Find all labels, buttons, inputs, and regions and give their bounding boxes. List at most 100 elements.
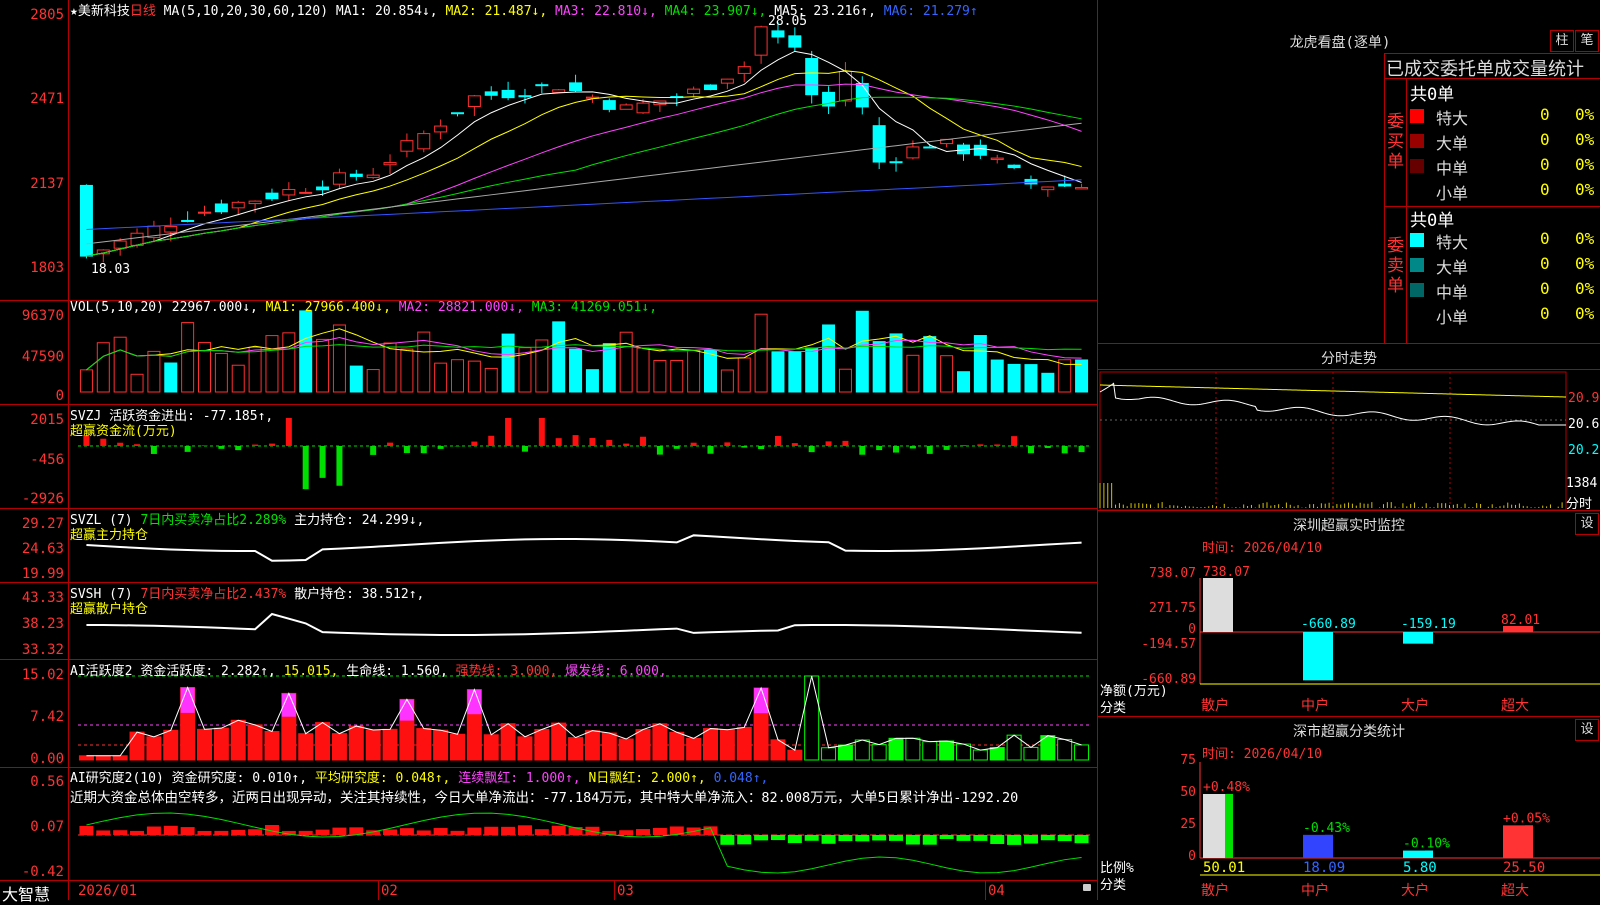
volume-bar (333, 325, 345, 392)
fund-flow-bar (876, 446, 882, 450)
activity-bar (619, 739, 633, 760)
lock-icon[interactable] (1083, 884, 1091, 891)
candle-body (384, 163, 396, 165)
candle-body (418, 134, 430, 149)
activity-bar (501, 724, 515, 760)
research-bar (552, 826, 566, 835)
research-bar (1058, 835, 1072, 841)
research-bar (872, 835, 886, 840)
volume-bar (317, 339, 329, 392)
research-bar (181, 827, 195, 835)
volume-bar (721, 370, 733, 392)
price-tick: 2805 (0, 7, 64, 23)
order-percent: 0% (1575, 304, 1594, 323)
research-bar (535, 829, 549, 835)
order-percent: 0% (1575, 229, 1594, 248)
svzl-tick: 19.99 (0, 566, 64, 582)
research-bar (788, 835, 802, 843)
order-type: 小单 (1436, 304, 1468, 328)
volume-bar (553, 322, 565, 392)
retail-holding-panel (86, 614, 1081, 635)
volume-bar (266, 336, 278, 392)
candle-body (705, 85, 717, 90)
candle-body (333, 173, 345, 184)
svzl-tick: 29.27 (0, 516, 64, 532)
color-swatch (1410, 134, 1424, 148)
ai1-b: 15.015, (284, 664, 339, 679)
volume-bar (1008, 364, 1020, 392)
class-category: 中户 (1301, 882, 1329, 899)
research-bar (316, 830, 330, 835)
candle-body (1042, 187, 1054, 190)
volume-bar (958, 372, 970, 392)
intraday-title: 分时走势 (1098, 348, 1600, 368)
stock-name[interactable]: ★美新科技 (70, 4, 130, 19)
monitor-category: 中户 (1301, 697, 1329, 714)
volume-bar (941, 356, 953, 392)
research-bar (198, 831, 212, 835)
class-bar-edge (1425, 851, 1433, 858)
svzj-tick: 2015 (0, 412, 64, 428)
candle-body (1076, 188, 1088, 189)
svzl-subtitle: 超赢主力持仓 (70, 524, 148, 543)
research-bar (923, 835, 937, 845)
activity-bar (451, 734, 465, 760)
activity-bar (704, 729, 718, 760)
bar-mode-button[interactable]: 柱 (1550, 30, 1574, 52)
order-count: 0 (1540, 130, 1550, 149)
candle-body (283, 189, 295, 194)
activity-bar (653, 724, 667, 760)
activity-panel (78, 676, 1090, 760)
class-settings-button[interactable]: 设 (1575, 719, 1599, 741)
candle-body (452, 113, 464, 114)
candle-body (553, 90, 565, 92)
research-bar (451, 831, 465, 835)
research-panel (78, 813, 1090, 873)
order-row: 大单00% (1410, 130, 1600, 154)
candle-body (468, 96, 480, 107)
fund-flow-bar (421, 446, 427, 453)
fund-flow-bar (134, 444, 140, 446)
fund-flow-bar (741, 446, 747, 448)
activity-bar (231, 720, 245, 760)
volume-bar (924, 337, 936, 392)
order-type: 大单 (1436, 130, 1468, 154)
candle-body (317, 187, 329, 190)
research-bar (1024, 835, 1038, 844)
candle-body (620, 105, 632, 109)
monitor-value: -660.89 (1301, 617, 1356, 632)
intraday-tick: 20.60 (1568, 417, 1600, 432)
volume-bar (907, 355, 919, 392)
order-percent: 0% (1575, 180, 1594, 199)
monitor-settings-button[interactable]: 设 (1575, 513, 1599, 535)
divider (1098, 343, 1600, 344)
activity-bar (113, 756, 127, 760)
volume-bar (114, 337, 126, 392)
period-label[interactable]: 日线 (130, 4, 156, 19)
ai1-tick: 7.42 (0, 709, 64, 725)
candle-body (232, 202, 244, 208)
volume-bar (452, 360, 464, 392)
date-tick: 02 (381, 883, 398, 899)
volume-bar (789, 352, 801, 392)
divider (1406, 78, 1407, 343)
research-bar (231, 830, 245, 835)
fund-flow-bar (522, 446, 528, 452)
fund-flow-bar (488, 436, 494, 446)
candle-body (435, 126, 447, 132)
order-row: 特大00% (1410, 229, 1600, 253)
fund-flow-bar (387, 443, 393, 446)
monitor-time: 时间: 2026/04/10 (1202, 537, 1322, 556)
tick-mode-button[interactable]: 笔 (1575, 30, 1599, 52)
order-type: 大单 (1436, 254, 1468, 278)
fund-flow-bar (303, 446, 309, 489)
research-bar (248, 829, 262, 835)
research-bar (737, 835, 751, 844)
order-row: 小单00% (1410, 180, 1600, 204)
activity-bar (923, 742, 937, 760)
monitor-tick: 0 (1098, 622, 1196, 637)
activity-bar (535, 729, 549, 760)
research-bar (940, 835, 954, 839)
class-tick: 50 (1098, 785, 1196, 800)
order-count: 0 (1540, 304, 1550, 323)
